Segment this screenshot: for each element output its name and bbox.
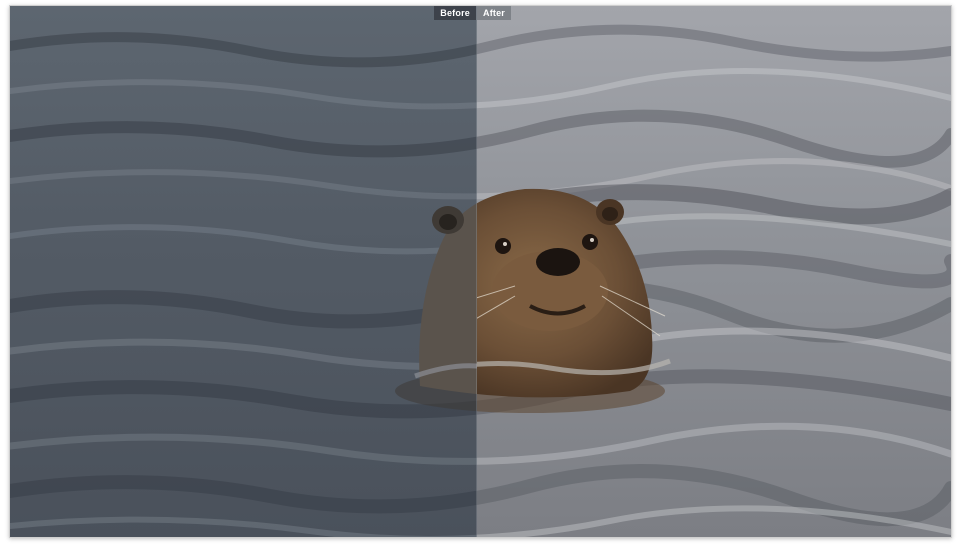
before-image <box>10 6 477 537</box>
compare-divider[interactable] <box>476 6 477 537</box>
before-photo-svg <box>10 6 477 537</box>
after-label: After <box>477 6 512 20</box>
before-after-viewer: Before After <box>9 5 952 538</box>
before-label: Before <box>434 6 476 20</box>
